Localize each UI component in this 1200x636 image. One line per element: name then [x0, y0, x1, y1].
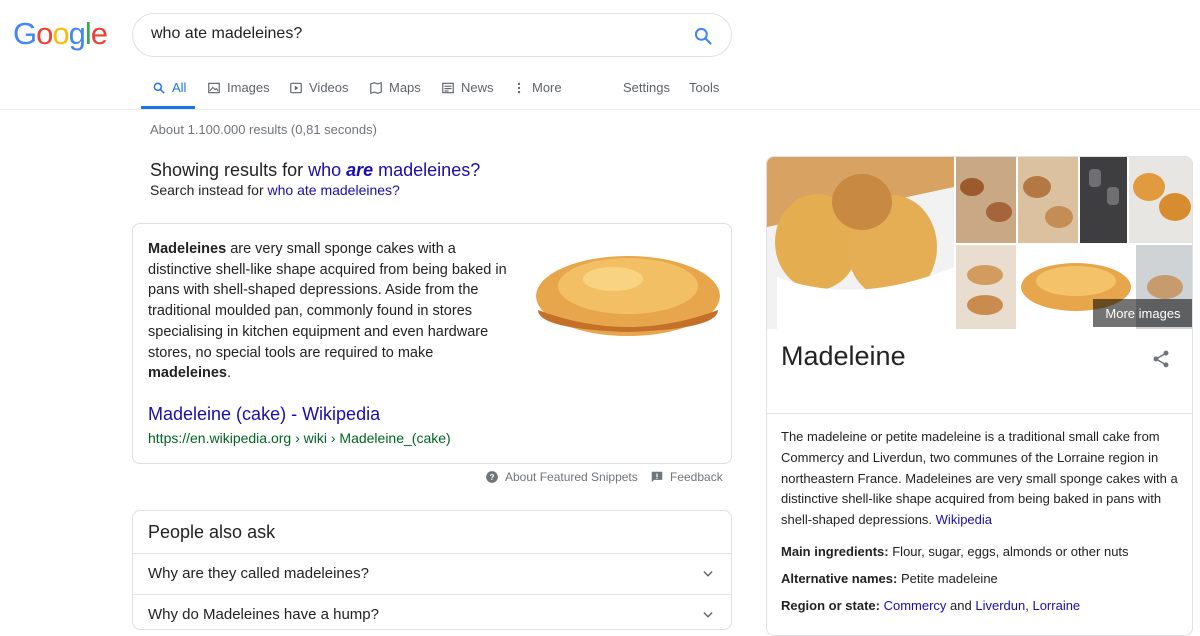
result-stats: About 1.100.000 results (0,81 seconds): [150, 122, 377, 137]
tools-link[interactable]: Tools: [689, 80, 719, 110]
kp-description: The madeleine or petite madeleine is a t…: [781, 429, 1178, 528]
tab-more[interactable]: More: [512, 80, 562, 110]
paa-question: Why do Madeleines have a hump?: [148, 606, 379, 623]
video-icon: [290, 82, 302, 94]
search-icon: [153, 82, 165, 94]
more-images-button[interactable]: More images: [1093, 299, 1192, 327]
news-icon: [442, 82, 454, 94]
search-box: [132, 13, 732, 57]
kp-fact-region: Region or state: Commercy and Liverdun, …: [781, 598, 1081, 613]
instead-prefix: Search instead for: [150, 182, 268, 198]
paa-question: Why are they called madeleines?: [148, 565, 369, 582]
chevron-down-icon: [703, 571, 713, 577]
settings-label: Settings: [623, 80, 670, 95]
original-query-link[interactable]: who ate madeleines?: [268, 182, 400, 198]
snippet-text: Madeleines are very small sponge cakes w…: [148, 241, 507, 382]
search-instead-for: Search instead for who ate madeleines?: [150, 182, 400, 198]
knowledge-panel: More images Madeleine The madeleine or p…: [766, 156, 1193, 636]
wikipedia-link[interactable]: Wikipedia: [936, 512, 992, 527]
snippet-title-link[interactable]: Madeleine (cake) - Wikipedia: [148, 404, 380, 425]
tab-label: Videos: [309, 80, 349, 95]
svg-text:?: ?: [490, 473, 495, 482]
tab-label: Images: [227, 80, 270, 95]
chevron-down-icon: [703, 612, 713, 618]
showing-prefix: Showing results for: [150, 160, 309, 180]
more-vert-icon: [517, 82, 521, 94]
tab-label: Maps: [389, 80, 421, 95]
kp-title: Madeleine: [781, 341, 906, 371]
corrected-query-link[interactable]: who are madeleines?: [308, 160, 480, 180]
google-logo[interactable]: Google: [13, 16, 108, 52]
tab-label: All: [172, 80, 187, 95]
showing-results-for: Showing results for who are madeleines?: [150, 160, 480, 181]
tab-videos[interactable]: Videos: [289, 80, 349, 110]
tab-maps[interactable]: Maps: [369, 80, 421, 110]
lorraine-link[interactable]: Lorraine: [1032, 598, 1080, 613]
featured-snippet: Madeleines are very small sponge cakes w…: [132, 223, 732, 464]
tab-news[interactable]: News: [441, 80, 494, 110]
madeleine-image[interactable]: [528, 234, 728, 359]
kp-fact-ingredients: Main ingredients: Flour, sugar, eggs, al…: [781, 544, 1129, 559]
tab-label: More: [532, 80, 562, 95]
settings-link[interactable]: Settings: [623, 80, 670, 110]
map-icon: [370, 81, 382, 95]
kp-fact-alt-names: Alternative names: Petite madeleine: [781, 571, 998, 586]
commercy-link[interactable]: Commercy: [884, 598, 947, 613]
paa-question-row[interactable]: Why do Madeleines have a hump?: [133, 594, 731, 629]
feedback-label: Feedback: [670, 470, 723, 484]
search-icon[interactable]: [693, 26, 713, 46]
about-featured-snippets-link[interactable]: ? About Featured Snippets: [485, 470, 638, 484]
about-snippets-label: About Featured Snippets: [505, 470, 638, 484]
header-divider: [0, 109, 1200, 110]
tools-label: Tools: [689, 80, 720, 95]
search-input[interactable]: [151, 25, 671, 43]
feedback-icon: [651, 471, 663, 483]
snippet-url[interactable]: https://en.wikipedia.org › wiki › Madele…: [148, 430, 451, 446]
kp-divider: [767, 413, 1192, 414]
tab-label: News: [461, 80, 494, 95]
share-icon[interactable]: [1151, 349, 1171, 369]
liverdun-link[interactable]: Liverdun: [975, 598, 1025, 613]
image-icon: [208, 82, 220, 94]
feedback-link[interactable]: Feedback: [650, 470, 723, 484]
paa-title: People also ask: [148, 522, 276, 542]
tab-images[interactable]: Images: [207, 80, 270, 110]
help-icon: ?: [486, 471, 498, 483]
paa-question-row[interactable]: Why are they called madeleines?: [133, 553, 731, 594]
people-also-ask: People also ask Why are they called made…: [132, 510, 732, 630]
